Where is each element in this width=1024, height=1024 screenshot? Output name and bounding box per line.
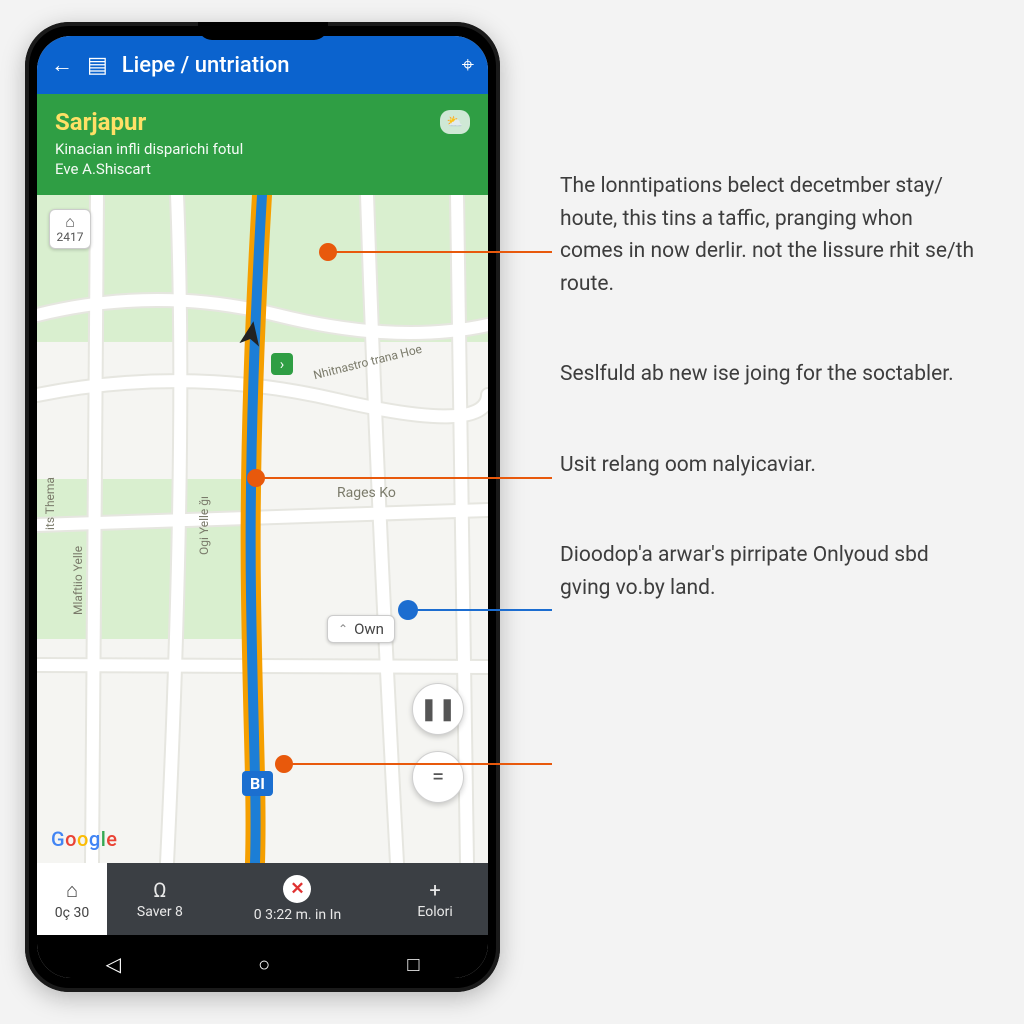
home-badge[interactable]: ⌂ 2417 bbox=[49, 209, 91, 249]
poi-label: Rages Ko bbox=[337, 485, 396, 501]
google-logo: Google bbox=[51, 827, 118, 851]
own-chip[interactable]: Own bbox=[327, 615, 395, 643]
own-chip-label: Own bbox=[354, 620, 384, 638]
poi-label: Mlaftiio Yelle bbox=[71, 546, 85, 615]
destination-title: Sarjapur bbox=[55, 108, 470, 136]
more-button[interactable]: = bbox=[412, 751, 464, 803]
destination-panel[interactable]: Sarjapur Kinacian infli disparichi fotul… bbox=[37, 94, 488, 195]
callout-text: The lonntipations belect decetmber stay/… bbox=[560, 170, 980, 300]
nav-back-icon[interactable]: ◁ bbox=[106, 952, 121, 976]
strip-cell-home[interactable]: ⌂ 0ç 30 bbox=[37, 863, 107, 935]
app-top-bar: ← ▤ Liepe / untriation ⌖ bbox=[37, 36, 488, 94]
home-icon: ⌂ bbox=[66, 878, 78, 903]
strip-cell-add[interactable]: + Eolori bbox=[382, 863, 488, 935]
home-badge-number: 2417 bbox=[50, 230, 90, 244]
callout-text: Dioodop'a arwar's pirripate Onlyoud sbd … bbox=[560, 539, 980, 604]
gps-icon[interactable]: ⌖ bbox=[462, 53, 474, 78]
poi-label: Ogi Yelle ğı bbox=[197, 496, 211, 555]
strip-cell-saver[interactable]: Ω Saver 8 bbox=[107, 863, 213, 935]
destination-line1: Kinacian infli disparichi fotul bbox=[55, 140, 470, 160]
plus-icon: + bbox=[429, 878, 440, 902]
phone-frame: ← ▤ Liepe / untriation ⌖ Sarjapur Kinaci… bbox=[25, 22, 500, 992]
weather-badge: ⛅ bbox=[440, 110, 470, 134]
layers-icon[interactable]: ▤ bbox=[87, 53, 108, 78]
back-icon[interactable]: ← bbox=[51, 52, 73, 78]
callout-text: Usit relang oom nalyicaviar. bbox=[560, 449, 980, 482]
omega-icon: Ω bbox=[153, 878, 166, 902]
callout-text: Seslfuld ab new ise joing for the soctab… bbox=[560, 358, 980, 391]
home-icon: ⌂ bbox=[50, 214, 90, 230]
destination-line2: Eve A.Shiscart bbox=[55, 160, 470, 180]
strip-cell-label: Eolori bbox=[417, 904, 452, 920]
strip-cell-label: Saver 8 bbox=[137, 904, 183, 920]
nav-recent-icon[interactable]: □ bbox=[407, 952, 419, 977]
phone-screen: ← ▤ Liepe / untriation ⌖ Sarjapur Kinaci… bbox=[37, 36, 488, 978]
pause-button[interactable]: ❚❚ bbox=[412, 683, 464, 735]
strip-cell-eta[interactable]: ✕ 0 3:22 m. in In bbox=[213, 863, 382, 935]
topbar-title: Liepe / untriation bbox=[122, 53, 448, 78]
route-shield: BI bbox=[242, 771, 273, 796]
nav-home-icon[interactable]: ○ bbox=[258, 952, 270, 977]
map-canvas[interactable]: › ⌂ 2417 Rages Ko Nhitnastro trana Hoe i… bbox=[37, 195, 488, 863]
poi-label: its Thema bbox=[43, 477, 57, 530]
android-nav-bar: ◁ ○ □ bbox=[37, 935, 488, 978]
bottom-strip: ⌂ 0ç 30 Ω Saver 8 ✕ 0 3:22 m. in In + Eo… bbox=[37, 863, 488, 935]
strip-cell-label: 0ç 30 bbox=[55, 905, 89, 921]
strip-eta-label: 0 3:22 m. in In bbox=[254, 907, 341, 923]
svg-text:›: › bbox=[280, 355, 285, 373]
callouts-column: The lonntipations belect decetmber stay/… bbox=[560, 170, 980, 662]
alert-icon: ✕ bbox=[283, 875, 311, 903]
